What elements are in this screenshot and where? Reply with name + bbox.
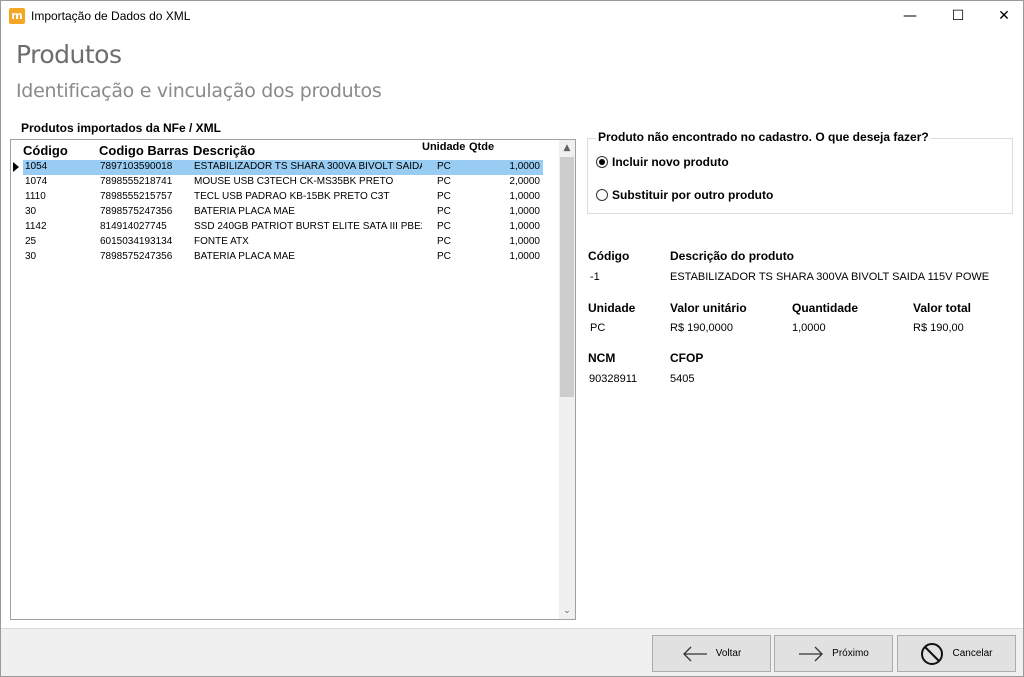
cell-codigo: 1110 (25, 191, 46, 202)
table-row[interactable]: 30 7898575247356 BATERIA PLACA MAE PC 1,… (11, 250, 559, 265)
cell-descricao: FONTE ATX (194, 236, 249, 247)
table-row[interactable]: 1074 7898555218741 MOUSE USB C3TECH CK-M… (11, 175, 559, 190)
codigo-label: Código (588, 249, 630, 263)
cell-codigo: 30 (25, 206, 37, 217)
radio-unselected-icon (596, 189, 608, 201)
ncm-value: 90328911 (589, 373, 638, 385)
vertical-scrollbar[interactable]: ▲ ⌄ (559, 140, 575, 619)
cancelar-button[interactable]: Cancelar (897, 635, 1016, 672)
scroll-up-icon[interactable]: ▲ (559, 140, 575, 156)
cell-qtde: 1,0000 (509, 161, 540, 172)
cell-codigo-barras: 7897103590018 (100, 161, 173, 172)
radio-label: Incluir novo produto (612, 155, 729, 169)
title-bar: m Importação de Dados do XML — ☐ ✕ (0, 0, 1024, 30)
unidade-label: Unidade (588, 301, 636, 315)
cancel-circle-icon (921, 642, 944, 665)
proximo-button[interactable]: Próximo (774, 635, 893, 672)
descricao-value: ESTABILIZADOR TS SHARA 300VA BIVOLT SAID… (670, 271, 990, 283)
cell-codigo-barras: 7898575247356 (100, 251, 173, 262)
not-found-question: Produto não encontrado no cadastro. O qu… (596, 130, 931, 144)
valor-total-label: Valor total (913, 301, 972, 315)
voltar-label: Voltar (715, 648, 742, 659)
cell-codigo-barras: 7898555218741 (100, 176, 173, 187)
valor-total-value: R$ 190,00 (913, 322, 964, 334)
cell-codigo-barras: 7898575247356 (100, 206, 173, 217)
descricao-label: Descrição do produto (670, 249, 795, 263)
ncm-label: NCM (588, 351, 616, 365)
cell-descricao: SSD 240GB PATRIOT BURST ELITE SATA III P… (194, 221, 422, 232)
cell-codigo: 1142 (25, 221, 47, 232)
cell-qtde: 1,0000 (509, 221, 540, 232)
column-header-unidade[interactable]: Unidade (422, 141, 465, 153)
table-row[interactable]: 1142 814914027745 SSD 240GB PATRIOT BURS… (11, 220, 559, 235)
row-pointer-icon (13, 162, 19, 172)
quantidade-label: Quantidade (792, 301, 859, 315)
cfop-value: 5405 (670, 373, 695, 385)
quantidade-value: 1,0000 (792, 322, 826, 334)
cell-descricao: MOUSE USB C3TECH CK-MS35BK PRETO (194, 176, 394, 187)
products-grid[interactable]: Código Codigo Barras Descrição Unidade Q… (10, 139, 576, 620)
table-row[interactable]: 1054 7897103590018 ESTABILIZADOR TS SHAR… (11, 160, 559, 175)
cell-qtde: 1,0000 (509, 236, 540, 247)
radio-incluir-novo-produto[interactable]: Incluir novo produto (596, 155, 729, 169)
cfop-label: CFOP (670, 351, 704, 365)
cell-codigo-barras: 7898555215757 (100, 191, 173, 202)
cell-codigo-barras: 814914027745 (100, 221, 167, 232)
column-header-qtde[interactable]: Qtde (469, 141, 494, 153)
minimize-button[interactable]: — (887, 1, 933, 31)
cell-codigo: 30 (25, 251, 37, 262)
close-button[interactable]: ✕ (981, 1, 1024, 31)
cell-unidade: PC (437, 161, 451, 172)
cell-unidade: PC (437, 221, 451, 232)
cell-unidade: PC (437, 236, 451, 247)
arrow-right-icon (799, 646, 824, 661)
column-header-codigo-barras[interactable]: Codigo Barras (99, 143, 189, 158)
valor-unitario-label: Valor unitário (670, 301, 747, 315)
cell-qtde: 1,0000 (509, 191, 540, 202)
cell-unidade: PC (437, 251, 451, 262)
radio-substituir-produto[interactable]: Substituir por outro produto (596, 188, 773, 202)
page-subtitle: Identificação e vinculação dos produtos (16, 80, 382, 102)
cell-codigo: 1054 (25, 161, 48, 172)
valor-unitario-value: R$ 190,0000 (670, 322, 733, 334)
cell-unidade: PC (437, 191, 451, 202)
cell-qtde: 1,0000 (509, 251, 540, 262)
radio-selected-icon (596, 156, 608, 168)
arrow-left-icon (682, 646, 707, 661)
cell-qtde: 2,0000 (509, 176, 540, 187)
cell-descricao: BATERIA PLACA MAE (194, 251, 295, 262)
cell-codigo: 25 (25, 236, 37, 247)
voltar-button[interactable]: Voltar (652, 635, 771, 672)
window-title: Importação de Dados do XML (31, 9, 191, 23)
not-found-group (587, 138, 1013, 214)
cell-codigo: 1074 (25, 176, 48, 187)
scroll-down-icon[interactable]: ⌄ (559, 603, 575, 619)
proximo-label: Próximo (832, 648, 869, 659)
unidade-value: PC (590, 322, 606, 334)
grid-header: Código Codigo Barras Descrição Unidade Q… (11, 140, 559, 158)
cell-descricao: TECL USB PADRAO KB-15BK PRETO C3T (194, 191, 390, 202)
page-title: Produtos (16, 40, 122, 69)
cell-unidade: PC (437, 176, 451, 187)
cell-codigo-barras: 6015034193134 (100, 236, 173, 247)
cell-qtde: 1,0000 (509, 206, 540, 217)
column-header-codigo[interactable]: Código (23, 143, 68, 158)
table-row[interactable]: 1110 7898555215757 TECL USB PADRAO KB-15… (11, 190, 559, 205)
radio-label: Substituir por outro produto (612, 188, 774, 202)
column-header-descricao[interactable]: Descrição (193, 143, 255, 158)
codigo-value: -1 (590, 271, 600, 283)
table-row[interactable]: 30 7898575247356 BATERIA PLACA MAE PC 1,… (11, 205, 559, 220)
cell-unidade: PC (437, 206, 451, 217)
products-list-label: Produtos importados da NFe / XML (21, 121, 222, 135)
maximize-button[interactable]: ☐ (935, 1, 981, 31)
cancelar-label: Cancelar (952, 648, 993, 659)
cell-descricao: ESTABILIZADOR TS SHARA 300VA BIVOLT SAID… (194, 161, 422, 172)
grid-rows: 1054 7897103590018 ESTABILIZADOR TS SHAR… (11, 160, 559, 265)
table-row[interactable]: 25 6015034193134 FONTE ATX PC 1,0000 (11, 235, 559, 250)
cell-descricao: BATERIA PLACA MAE (194, 206, 295, 217)
scrollbar-thumb[interactable] (560, 157, 574, 397)
app-icon: m (9, 8, 25, 24)
